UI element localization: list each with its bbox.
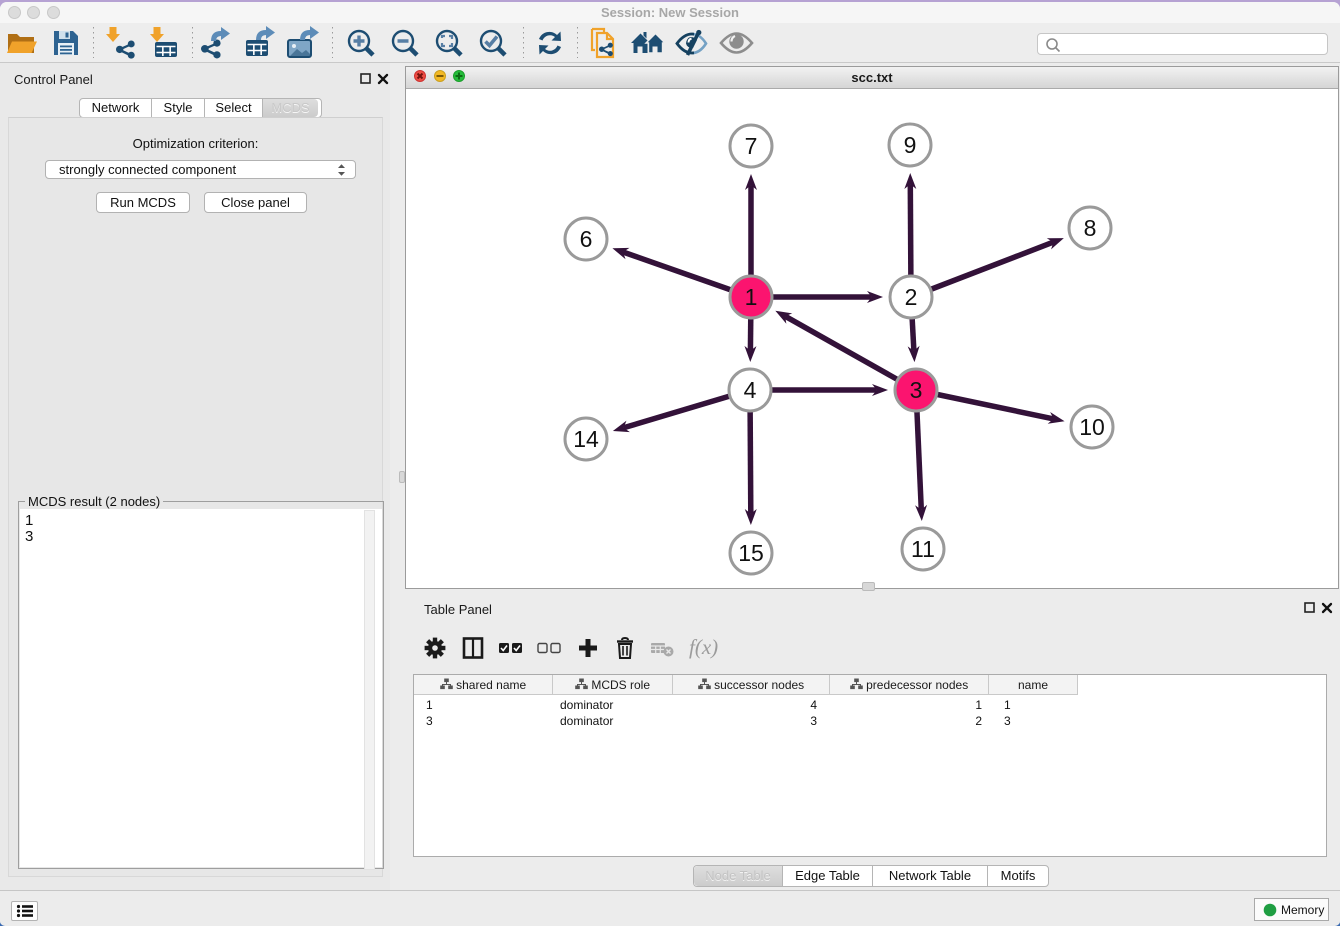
svg-text:3: 3 [910, 377, 923, 403]
svg-text:7: 7 [745, 133, 758, 159]
svg-text:11: 11 [911, 536, 935, 562]
svg-text:6: 6 [580, 226, 593, 252]
svg-text:8: 8 [1084, 215, 1097, 241]
svg-text:1: 1 [745, 284, 758, 310]
svg-text:4: 4 [744, 377, 757, 403]
svg-text:15: 15 [738, 540, 764, 566]
svg-text:2: 2 [905, 284, 918, 310]
svg-text:9: 9 [904, 132, 917, 158]
svg-text:14: 14 [573, 426, 599, 452]
svg-text:10: 10 [1079, 414, 1105, 440]
